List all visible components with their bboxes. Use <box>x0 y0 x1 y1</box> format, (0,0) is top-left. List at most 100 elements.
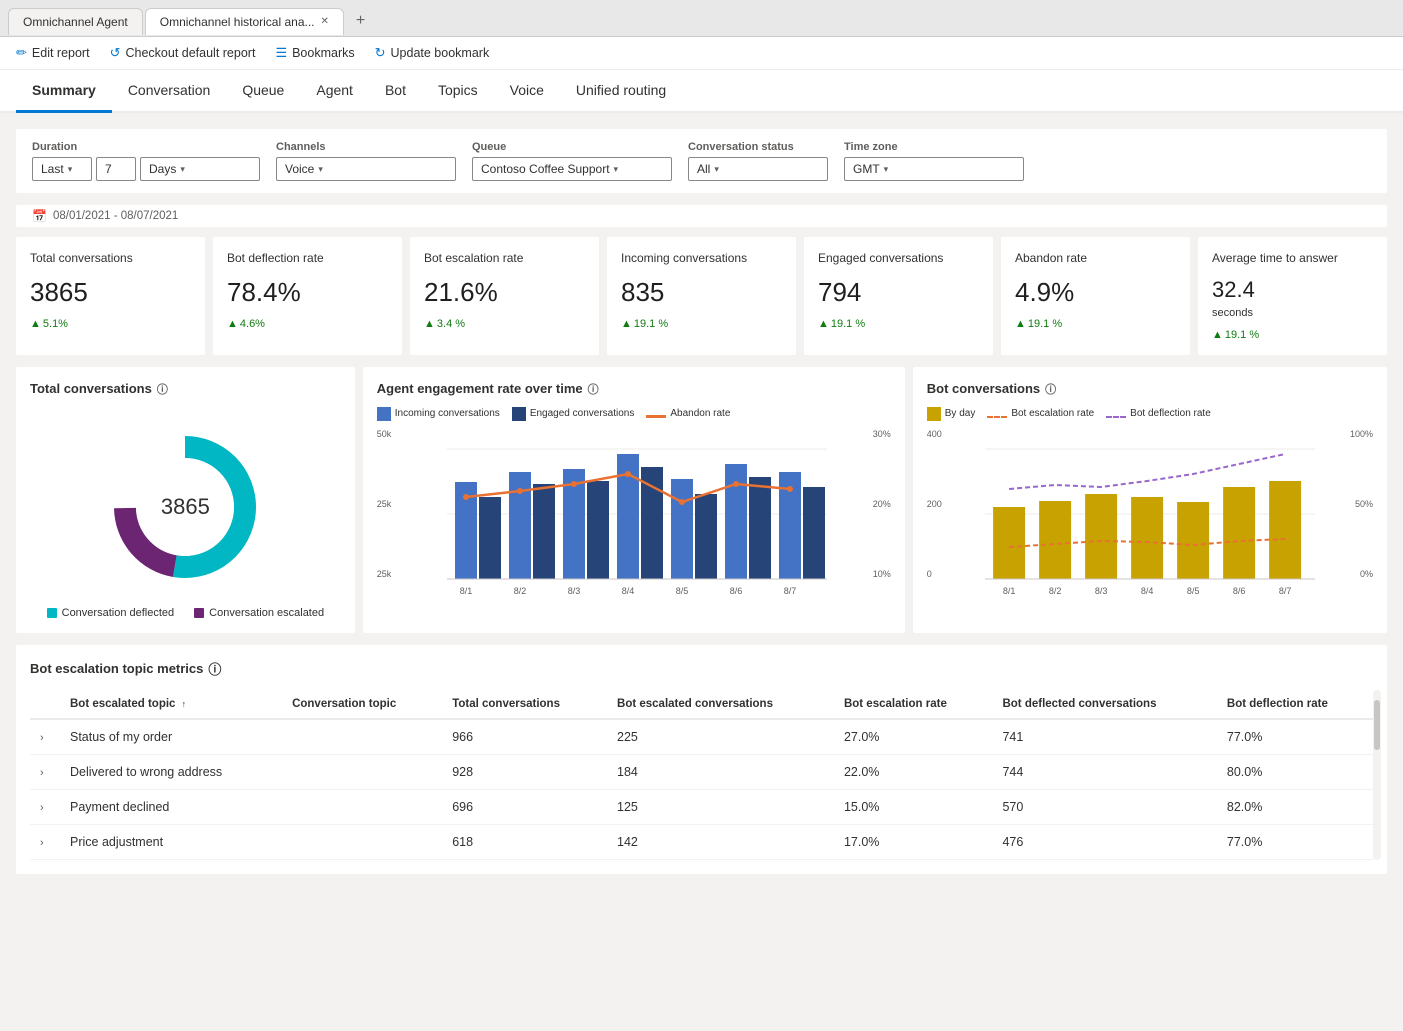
legend-bot-def-rate: Bot deflection rate <box>1106 407 1211 421</box>
kpi-incoming-conv-value: 835 <box>621 277 782 308</box>
nav-tab-queue[interactable]: Queue <box>226 70 300 113</box>
checkout-default-button[interactable]: ↺ Checkout default report <box>110 45 256 61</box>
kpi-abandon-rate-value: 4.9% <box>1015 277 1176 308</box>
table-row: › Payment declined 696 125 15.0% 570 82.… <box>30 789 1373 824</box>
nav-tab-topics[interactable]: Topics <box>422 70 494 113</box>
row-topic-4: Price adjustment <box>60 824 282 859</box>
scrollbar-track <box>1373 690 1381 860</box>
table-row: › Delivered to wrong address 928 184 22.… <box>30 754 1373 789</box>
y-label-10pct: 10% <box>873 569 891 579</box>
up-arrow-icon: ▲ <box>30 318 41 330</box>
row-bot-def-rate-4: 77.0% <box>1217 824 1373 859</box>
duration-preset-select[interactable]: Last ▾ <box>32 157 92 181</box>
row-topic-3: Payment declined <box>60 789 282 824</box>
duration-unit-value: Days <box>149 162 176 176</box>
main-content: Duration Last ▾ 7 Days ▾ Channels Voice … <box>0 113 1403 890</box>
incoming-swatch <box>377 407 391 421</box>
y-label-30pct: 30% <box>873 429 891 439</box>
kpi-avg-time-title: Average time to answer <box>1212 251 1373 267</box>
kpi-avg-time-sub: seconds <box>1212 307 1373 319</box>
scrollbar-thumb[interactable] <box>1374 700 1380 750</box>
filters-bar: Duration Last ▾ 7 Days ▾ Channels Voice … <box>16 129 1387 193</box>
row-bot-def-rate-3: 82.0% <box>1217 789 1373 824</box>
bot-legend: By day Bot escalation rate Bot deflectio… <box>927 407 1373 421</box>
row-topic-2: Delivered to wrong address <box>60 754 282 789</box>
nav-tab-voice[interactable]: Voice <box>494 70 560 113</box>
nav-tab-summary[interactable]: Summary <box>16 70 112 113</box>
queue-value: Contoso Coffee Support <box>481 162 610 176</box>
bot-escalation-table-section: Bot escalation topic metrics ⓘ Bot escal… <box>16 645 1387 874</box>
row-bot-esc-rate-3: 15.0% <box>834 789 993 824</box>
kpi-engaged-conv-title: Engaged conversations <box>818 251 979 267</box>
total-conv-chart: Total conversations ⓘ 3865 <box>16 367 355 633</box>
legend-incoming: Incoming conversations <box>377 407 500 421</box>
bot-y-labels-right: 100% 50% 0% <box>1350 429 1373 579</box>
kpi-abandon-rate: Abandon rate 4.9% ▲ 19.1 % <box>1001 237 1190 355</box>
row-bot-esc-conv-2: 184 <box>607 754 834 789</box>
nav-tab-agent[interactable]: Agent <box>300 70 369 113</box>
by-day-swatch <box>927 407 941 421</box>
edit-report-button[interactable]: ✏ Edit report <box>16 45 90 61</box>
duration-value-input[interactable]: 7 <box>96 157 136 181</box>
channels-value: Voice <box>285 162 314 176</box>
row-total-conv-1: 966 <box>442 719 607 755</box>
close-tab-icon[interactable]: ✕ <box>321 16 329 27</box>
bot-conv-chart-title: Bot conversations ⓘ <box>927 381 1373 397</box>
info-icon[interactable]: ⓘ <box>588 381 599 397</box>
expand-row-icon[interactable]: › <box>40 732 44 744</box>
bot-esc-conv-col-header: Bot escalated conversations <box>607 690 834 719</box>
browser-tab-historical[interactable]: Omnichannel historical ana... ✕ <box>145 8 344 35</box>
browser-tab-agent[interactable]: Omnichannel Agent <box>8 8 143 35</box>
add-tab-button[interactable]: + <box>346 6 375 36</box>
conv-status-select[interactable]: All ▾ <box>688 157 828 181</box>
svg-text:8/1: 8/1 <box>1003 586 1016 596</box>
row-conv-topic-3 <box>282 789 442 824</box>
browser-tab-bar: Omnichannel Agent Omnichannel historical… <box>0 0 1403 37</box>
update-bookmark-button[interactable]: ↻ Update bookmark <box>375 45 490 61</box>
y-labels-left: 50k 25k 25k <box>377 429 392 579</box>
y-label-20pct: 20% <box>873 499 891 509</box>
svg-text:8/4: 8/4 <box>1141 586 1154 596</box>
up-arrow-icon: ▲ <box>1212 329 1223 341</box>
nav-tab-bar: Summary Conversation Queue Agent Bot Top… <box>0 70 1403 113</box>
charts-row: Total conversations ⓘ 3865 <box>16 367 1387 633</box>
checkout-icon: ↺ <box>110 45 121 61</box>
kpi-engaged-conv: Engaged conversations 794 ▲ 19.1 % <box>804 237 993 355</box>
info-icon[interactable]: ⓘ <box>157 381 168 397</box>
row-conv-topic-2 <box>282 754 442 789</box>
legend-deflected: Conversation deflected <box>47 607 175 619</box>
y-400: 400 <box>927 429 942 439</box>
checkout-default-label: Checkout default report <box>125 46 255 60</box>
conv-topic-col-header: Conversation topic <box>282 690 442 719</box>
nav-tab-bot[interactable]: Bot <box>369 70 422 113</box>
conv-status-filter: Conversation status All ▾ <box>688 141 828 181</box>
kpi-total-conversations: Total conversations 3865 ▲ 5.1% <box>16 237 205 355</box>
bot-topic-col-header[interactable]: Bot escalated topic ↑ <box>60 690 282 719</box>
duration-unit-select[interactable]: Days ▾ <box>140 157 260 181</box>
engaged-swatch <box>512 407 526 421</box>
channels-select[interactable]: Voice ▾ <box>276 157 456 181</box>
chevron-down-icon: ▾ <box>614 164 619 175</box>
kpi-abandon-rate-title: Abandon rate <box>1015 251 1176 267</box>
y-200: 200 <box>927 499 942 509</box>
kpi-bot-deflection-value: 78.4% <box>227 277 388 308</box>
bookmarks-label: Bookmarks <box>292 46 355 60</box>
bot-table: Bot escalated topic ↑ Conversation topic… <box>30 690 1373 860</box>
bot-def-rate-label: Bot deflection rate <box>1130 408 1211 419</box>
chevron-down-icon: ▾ <box>714 164 719 175</box>
incoming-label: Incoming conversations <box>395 408 500 419</box>
timezone-select[interactable]: GMT ▾ <box>844 157 1024 181</box>
expand-col-header <box>30 690 60 719</box>
queue-select[interactable]: Contoso Coffee Support ▾ <box>472 157 672 181</box>
svg-text:8/2: 8/2 <box>513 586 526 596</box>
nav-tab-conversation[interactable]: Conversation <box>112 70 227 113</box>
info-icon[interactable]: ⓘ <box>1045 381 1056 397</box>
expand-row-icon[interactable]: › <box>40 767 44 779</box>
info-icon[interactable]: ⓘ <box>208 659 221 678</box>
expand-row-icon[interactable]: › <box>40 837 44 849</box>
y-label-neg25k: 25k <box>377 569 392 579</box>
expand-row-icon[interactable]: › <box>40 802 44 814</box>
nav-tab-unified-routing[interactable]: Unified routing <box>560 70 682 113</box>
date-range-text: 08/01/2021 - 08/07/2021 <box>53 210 178 222</box>
bookmarks-button[interactable]: ☰ Bookmarks <box>275 45 354 61</box>
